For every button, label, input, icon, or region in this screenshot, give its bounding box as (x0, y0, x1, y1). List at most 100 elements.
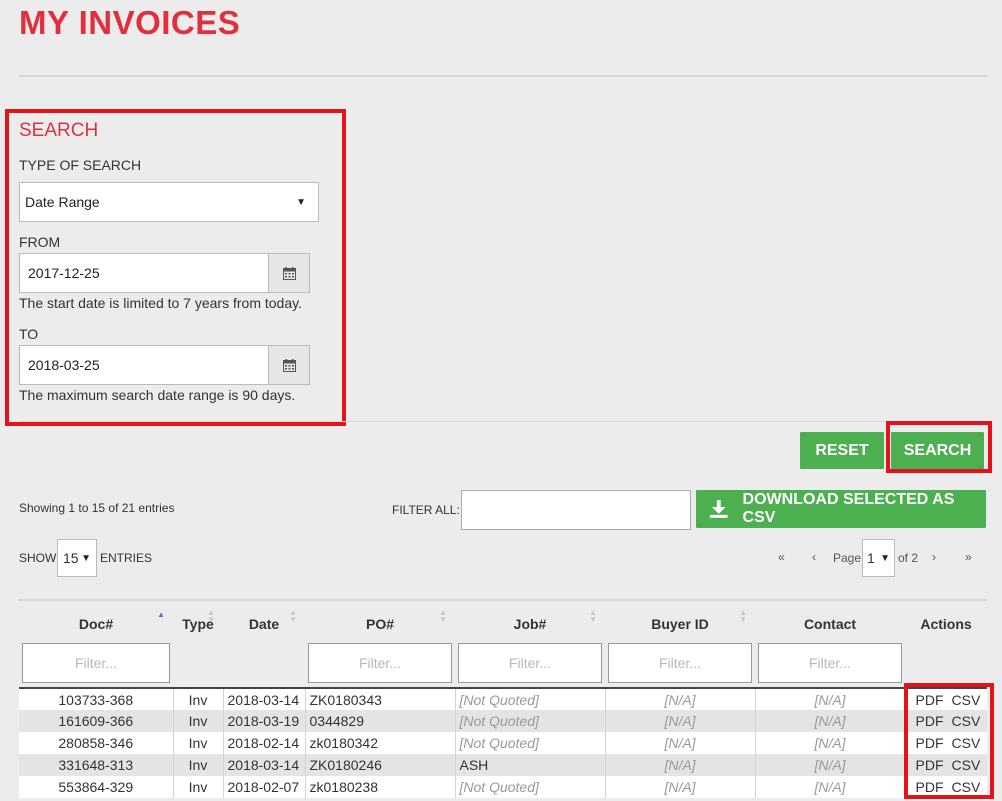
show-label: SHOW (19, 551, 57, 565)
page-title: MY INVOICES (19, 4, 241, 41)
doc-cell: 161609-366 (19, 710, 173, 732)
type-of-search-label: TYPE OF SEARCH (19, 157, 142, 173)
buyer-id-cell: [N/A] (604, 710, 755, 732)
sort-icon: ▲ ▼ (739, 608, 747, 624)
table-row[interactable]: 103733-368 Inv 2018-03-14 ZK0180343 [Not… (19, 687, 987, 710)
po-cell: ZK0180246 (304, 754, 455, 776)
page-label: Page (833, 551, 862, 565)
table-row[interactable]: 280858-346 Inv 2018-02-14 zk0180342 [Not… (19, 732, 987, 754)
sort-icon: ▲ ▼ (589, 608, 597, 624)
buyer-id-cell: [N/A] (604, 732, 755, 754)
date-cell: 2018-02-07 (222, 776, 305, 798)
buyer-id-cell: [N/A] (604, 687, 755, 710)
calendar-icon (282, 358, 296, 372)
date-cell: 2018-03-19 (222, 710, 305, 732)
filter-all-input[interactable] (461, 490, 691, 530)
po-cell: ZK0180343 (304, 687, 455, 710)
job-cell: ASH (454, 754, 605, 776)
date-cell: 2018-02-14 (222, 732, 305, 754)
contact-cell: [N/A] (754, 732, 905, 754)
job-cell: [Not Quoted] (454, 687, 605, 710)
column-header-job[interactable]: Job# ▲ ▼ (455, 599, 605, 638)
chevron-down-icon: ▼ (296, 196, 306, 208)
calendar-icon (282, 266, 296, 280)
reset-button[interactable]: RESET (800, 432, 884, 469)
from-calendar-button[interactable] (269, 253, 310, 293)
from-date-value: 2017-12-25 (28, 265, 100, 281)
chevron-down-icon: ▼ (880, 552, 890, 564)
column-header-contact[interactable]: Contact (755, 599, 905, 638)
doc-cell: 280858-346 (19, 732, 173, 754)
table-row[interactable]: 553864-329 Inv 2018-02-07 zk0180238 [Not… (19, 776, 987, 798)
contact-filter-input[interactable]: Filter... (758, 642, 902, 683)
from-label: FROM (19, 234, 61, 250)
from-help-text: The start date is limited to 7 years fro… (19, 295, 302, 311)
page-count-label: of 2 (898, 551, 919, 565)
prev-page-button[interactable]: ‹ (812, 550, 816, 564)
type-cell: Inv (172, 776, 223, 798)
column-header-doc[interactable]: Doc# ▲ (19, 599, 173, 638)
search-divider (19, 421, 987, 422)
job-cell: [Not Quoted] (454, 776, 605, 798)
page-number-value: 1 (867, 550, 875, 566)
contact-cell: [N/A] (754, 687, 905, 710)
sort-icon: ▲ ▼ (207, 608, 215, 624)
download-csv-label: DOWNLOAD SELECTED AS CSV (742, 491, 955, 526)
type-cell: Inv (172, 710, 223, 732)
page-size-select[interactable]: 15 ▼ (57, 539, 97, 577)
column-header-po[interactable]: PO# ▲ ▼ (305, 599, 455, 638)
column-header-date[interactable]: Date ▲ ▼ (223, 599, 305, 638)
type-cell: Inv (172, 687, 223, 710)
buyer-id-cell: [N/A] (604, 754, 755, 776)
date-cell: 2018-03-14 (222, 687, 305, 710)
buyer-id-filter-input[interactable]: Filter... (608, 642, 752, 683)
to-date-value: 2018-03-25 (28, 357, 100, 373)
doc-cell: 331648-313 (19, 754, 173, 776)
to-date-input[interactable]: 2018-03-25 (19, 345, 269, 385)
job-cell: [Not Quoted] (454, 710, 605, 732)
date-cell: 2018-03-14 (222, 754, 305, 776)
table-row[interactable]: 331648-313 Inv 2018-03-14 ZK0180246 ASH … (19, 754, 987, 776)
filter-all-label: FILTER ALL: (392, 503, 460, 517)
po-cell: zk0180342 (304, 732, 455, 754)
last-page-button[interactable]: » (965, 550, 972, 564)
sort-icon: ▲ ▼ (439, 608, 447, 624)
column-header-buyer-id[interactable]: Buyer ID ▲ ▼ (605, 599, 755, 638)
contact-cell: [N/A] (754, 754, 905, 776)
to-label: TO (19, 326, 39, 342)
search-heading: SEARCH (19, 120, 99, 141)
doc-cell: 553864-329 (19, 776, 173, 798)
actions-column-highlight (904, 683, 994, 799)
download-csv-button[interactable]: DOWNLOAD SELECTED AS CSV (696, 490, 986, 528)
chevron-down-icon: ▼ (81, 552, 91, 564)
type-of-search-select[interactable]: Date Range ▼ (19, 182, 319, 222)
first-page-button[interactable]: « (778, 550, 785, 564)
table-row[interactable]: 161609-366 Inv 2018-03-19 0344829 [Not Q… (19, 710, 987, 732)
type-cell: Inv (172, 732, 223, 754)
column-header-type[interactable]: Type ▲ ▼ (173, 599, 223, 638)
entries-label: ENTRIES (100, 551, 153, 565)
po-cell: zk0180238 (304, 776, 455, 798)
type-cell: Inv (172, 754, 223, 776)
download-icon (709, 500, 728, 518)
job-cell: [Not Quoted] (454, 732, 605, 754)
title-divider (19, 75, 987, 77)
to-help-text: The maximum search date range is 90 days… (19, 387, 296, 403)
page-number-select[interactable]: 1 ▼ (862, 539, 895, 577)
doc-cell: 103733-368 (19, 687, 173, 710)
po-cell: 0344829 (304, 710, 455, 732)
contact-cell: [N/A] (754, 776, 905, 798)
invoices-table: Doc# ▲ Type ▲ ▼ Date ▲ ▼ PO# ▲ ▼ Job# ▲ ▼ Buyer I… (19, 599, 987, 798)
sort-asc-icon: ▲ (157, 610, 165, 619)
entries-summary: Showing 1 to 15 of 21 entries (19, 501, 175, 515)
job-filter-input[interactable]: Filter... (458, 642, 602, 683)
from-date-input[interactable]: 2017-12-25 (19, 253, 269, 293)
po-filter-input[interactable]: Filter... (308, 642, 452, 683)
to-calendar-button[interactable] (269, 345, 310, 385)
page-size-value: 15 (63, 550, 79, 566)
search-button[interactable]: SEARCH (891, 432, 984, 469)
doc-filter-input[interactable]: Filter... (22, 642, 170, 683)
type-of-search-value: Date Range (25, 194, 100, 210)
next-page-button[interactable]: › (932, 550, 936, 564)
sort-icon: ▲ ▼ (289, 608, 297, 624)
